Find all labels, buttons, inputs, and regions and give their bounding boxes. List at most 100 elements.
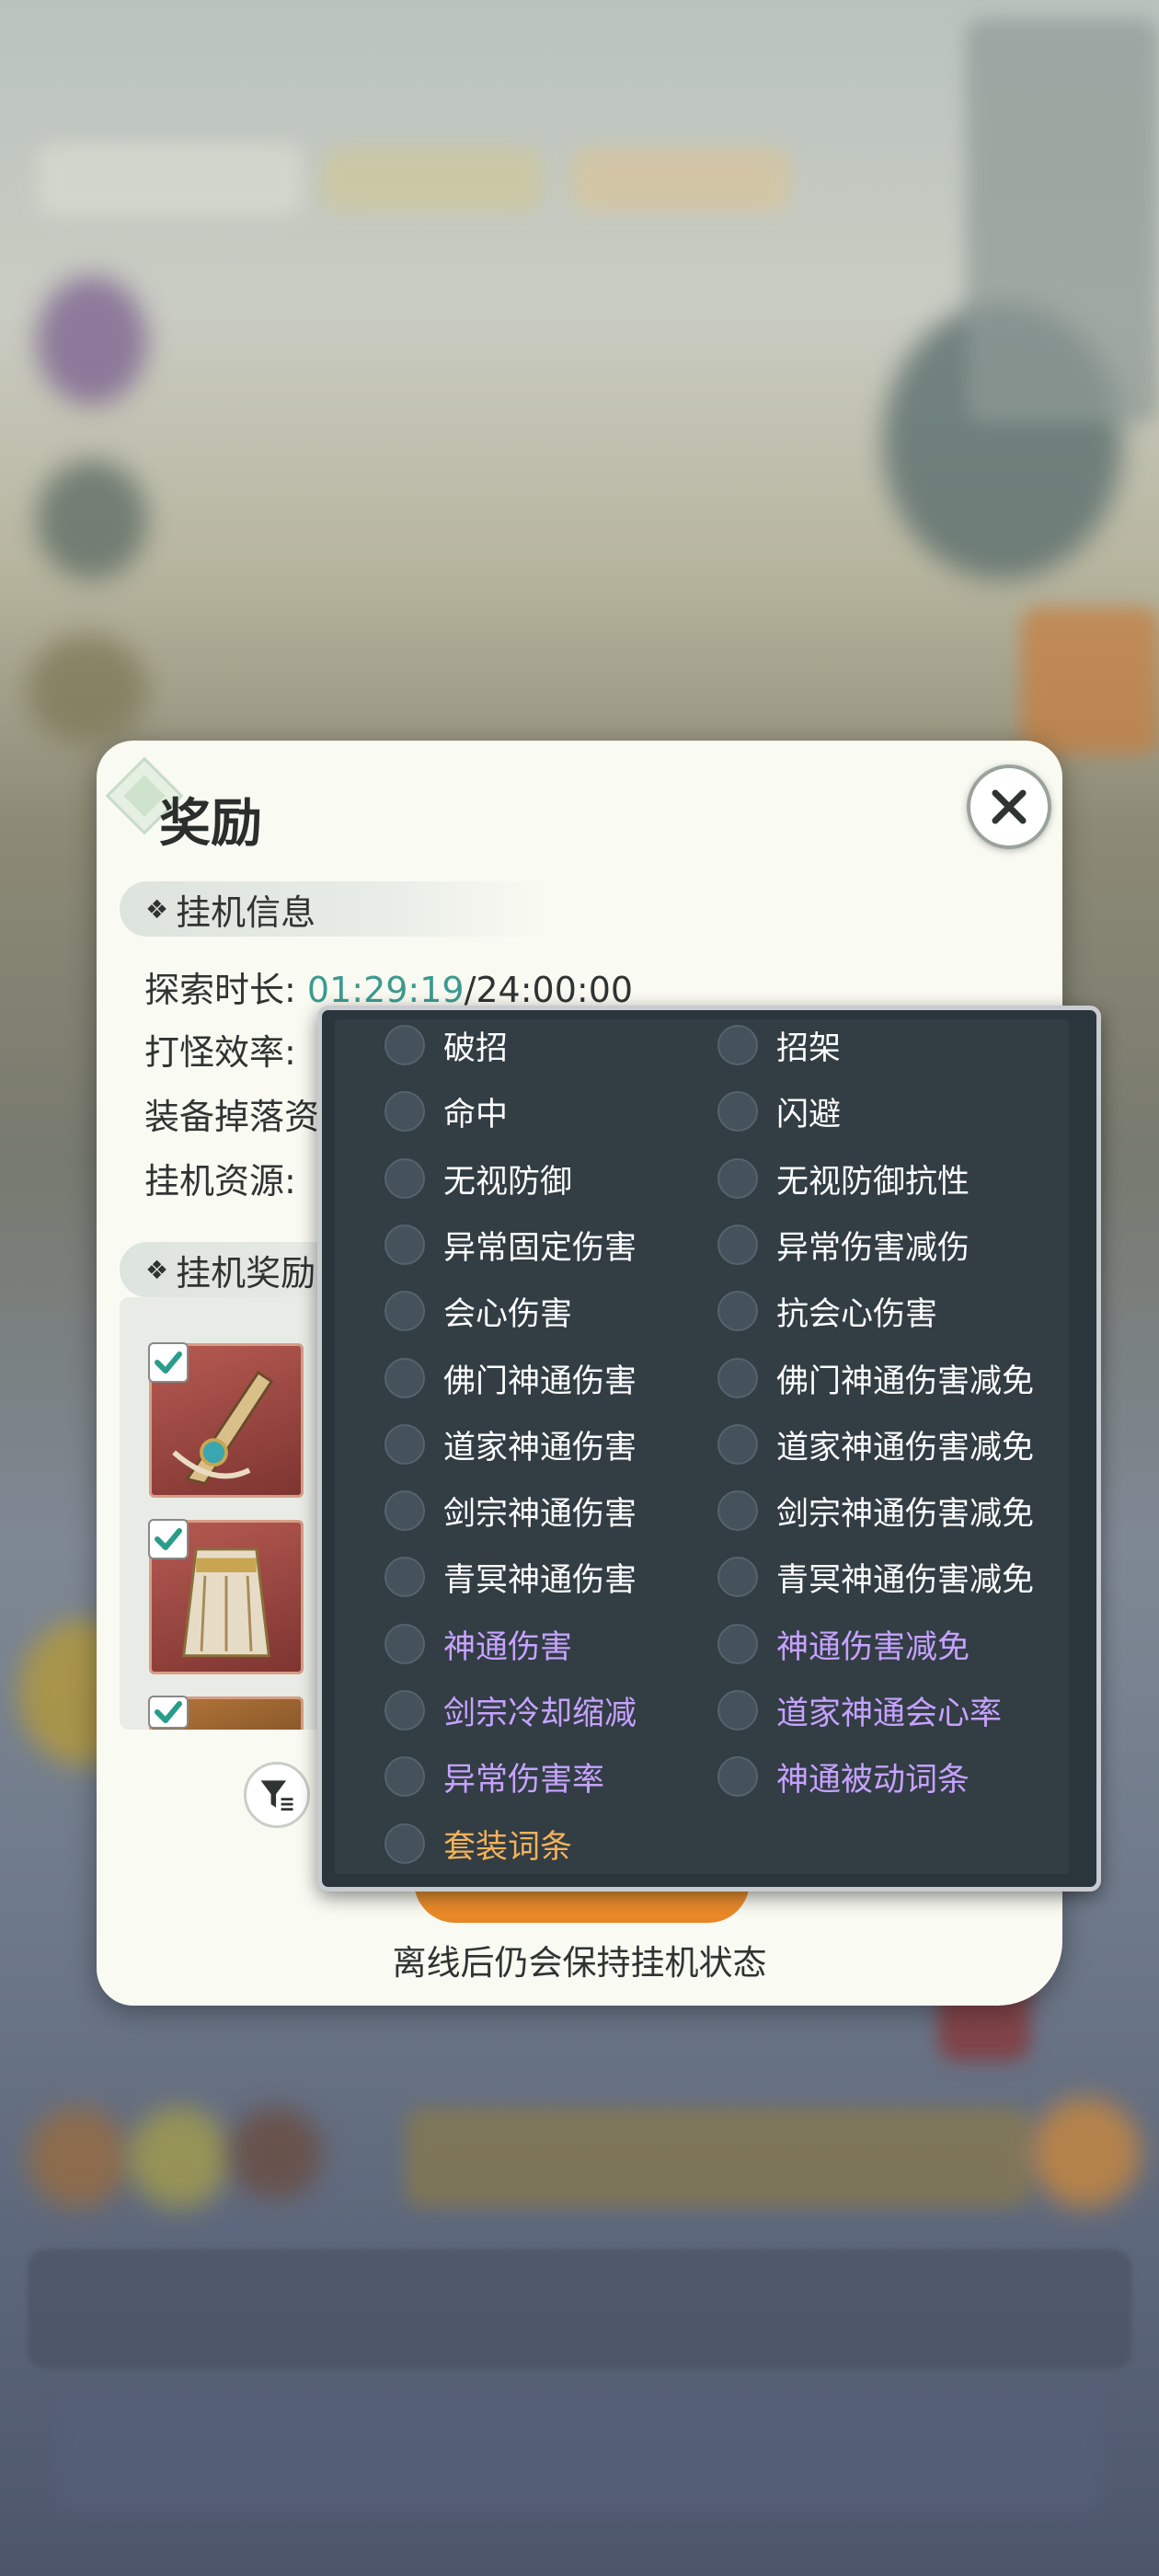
radio-button[interactable] [384,1291,425,1331]
check-icon [155,1701,182,1723]
filter-option-label: 异常伤害减伤 [776,1229,970,1267]
filter-option-left-9[interactable]: 青冥神通伤害 [384,1551,637,1603]
filter-option-label: 剑宗神通伤害减免 [776,1495,1035,1533]
filter-option-label: 佛门神通伤害减免 [776,1363,1035,1400]
radio-button[interactable] [717,1624,758,1664]
radio-button[interactable] [384,1490,425,1531]
checkbox[interactable] [148,1519,189,1559]
filter-option-left-3[interactable]: 无视防御 [384,1153,572,1204]
filter-option-left-11[interactable]: 剑宗冷却缩减 [384,1685,637,1736]
filter-option-label: 破招 [443,1029,509,1067]
radio-button[interactable] [384,1158,425,1199]
filter-option-label: 佛门神通伤害 [443,1363,637,1400]
close-button[interactable] [967,765,1051,849]
reward-item-sword[interactable] [148,1342,304,1498]
diamond-bullet-icon: ❖ [145,893,169,925]
filter-option-label: 剑宗冷却缩减 [443,1695,637,1732]
filter-option-label: 道家神通伤害减免 [776,1429,1035,1466]
filter-option-label: 招架 [776,1029,842,1067]
offline-note: 离线后仍会保持挂机状态 [392,1943,767,1983]
filter-option-label: 剑宗神通伤害 [443,1495,637,1533]
filter-option-right-2[interactable]: 闪避 [717,1086,841,1137]
radio-button[interactable] [384,1025,425,1065]
filter-option-label: 抗会心伤害 [776,1295,938,1333]
explore-max-time: /24:00:00 [464,970,634,1010]
diamond-bullet-icon: ❖ [145,1254,169,1285]
filter-option-left-5[interactable]: 会心伤害 [384,1285,572,1337]
filter-option-label: 无视防御抗性 [776,1163,970,1201]
radio-button[interactable] [717,1358,758,1398]
idle-info-header-label: 挂机信息 [176,891,316,933]
filter-option-left-4[interactable]: 异常固定伤害 [384,1219,637,1271]
filter-option-left-2[interactable]: 命中 [384,1086,508,1137]
radio-button[interactable] [384,1225,425,1265]
reward-item-robe[interactable] [148,1519,304,1674]
filter-option-label: 道家神通伤害 [443,1429,637,1466]
filter-option-right-5[interactable]: 抗会心伤害 [717,1285,937,1337]
radio-button[interactable] [717,1424,758,1465]
filter-option-right-11[interactable]: 道家神通会心率 [717,1685,1002,1736]
filter-option-label: 道家神通会心率 [776,1695,1003,1732]
close-icon [992,789,1027,824]
radio-button[interactable] [384,1690,425,1731]
filter-option-label: 异常固定伤害 [443,1229,637,1267]
radio-button[interactable] [717,1091,758,1132]
filter-option-label: 无视防御 [443,1163,573,1201]
filter-option-label: 青冥神通伤害 [443,1561,637,1599]
kill-rate-label: 打怪效率: [144,1032,296,1073]
filter-option-right-8[interactable]: 剑宗神通伤害减免 [717,1485,1034,1536]
filter-option-label: 神通伤害 [443,1628,573,1666]
radio-button[interactable] [384,1756,425,1797]
filter-option-right-12[interactable]: 神通被动词条 [717,1751,970,1802]
filter-option-right-10[interactable]: 神通伤害减免 [717,1618,970,1670]
filter-option-right-3[interactable]: 无视防御抗性 [717,1153,970,1204]
filter-option-left-7[interactable]: 道家神通伤害 [384,1419,637,1470]
drop-rate-label: 装备掉落资 [144,1097,320,1137]
idle-rewards-header-label: 挂机奖励 [176,1252,316,1294]
filter-option-right-9[interactable]: 青冥神通伤害减免 [717,1551,1034,1603]
kill-rate-row: 打怪效率: [144,1024,296,1075]
radio-button[interactable] [717,1225,758,1265]
radio-button[interactable] [384,1358,425,1398]
filter-option-left-1[interactable]: 破招 [384,1019,508,1071]
radio-button[interactable] [384,1424,425,1465]
reward-item-partial[interactable] [148,1696,304,1730]
checkbox[interactable] [148,1696,189,1729]
checkbox[interactable] [148,1342,189,1383]
filter-option-left-12[interactable]: 异常伤害率 [384,1751,604,1802]
filter-option-right-7[interactable]: 道家神通伤害减免 [717,1419,1034,1470]
radio-button[interactable] [717,1756,758,1797]
explore-duration-label: 探索时长: [144,970,296,1010]
radio-button[interactable] [717,1025,758,1065]
radio-button[interactable] [384,1823,425,1864]
check-icon [155,1351,182,1374]
radio-button[interactable] [717,1690,758,1731]
filter-icon [260,1780,293,1811]
radio-button[interactable] [384,1624,425,1664]
filter-option-right-6[interactable]: 佛门神通伤害减免 [717,1352,1034,1404]
filter-option-label: 闪避 [776,1096,842,1133]
idle-resource-row: 挂机资源: [144,1153,296,1203]
radio-button[interactable] [717,1490,758,1531]
radio-button[interactable] [717,1557,758,1597]
filter-option-right-4[interactable]: 异常伤害减伤 [717,1219,970,1271]
filter-option-left-13[interactable]: 套装词条 [384,1818,572,1869]
filter-option-left-6[interactable]: 佛门神通伤害 [384,1352,637,1404]
filter-button[interactable] [244,1762,310,1828]
radio-button[interactable] [384,1557,425,1597]
radio-button[interactable] [717,1158,758,1199]
filter-option-right-1[interactable]: 招架 [717,1019,841,1071]
explore-duration-row: 探索时长: 01:29:19/24:00:00 [144,961,633,1012]
filter-option-label: 异常伤害率 [443,1761,605,1799]
radio-button[interactable] [717,1291,758,1331]
filter-option-left-8[interactable]: 剑宗神通伤害 [384,1485,637,1536]
idle-resource-label: 挂机资源: [144,1161,296,1202]
filter-option-label: 会心伤害 [443,1295,573,1333]
filter-option-left-10[interactable]: 神通伤害 [384,1618,572,1670]
filter-option-label: 套装词条 [443,1828,573,1866]
dialog-title: 奖励 [159,794,262,854]
radio-button[interactable] [384,1091,425,1132]
filter-option-label: 神通被动词条 [776,1761,970,1799]
idle-info-header: ❖ 挂机信息 [120,881,543,937]
explore-elapsed-time: 01:29:19 [306,970,465,1010]
